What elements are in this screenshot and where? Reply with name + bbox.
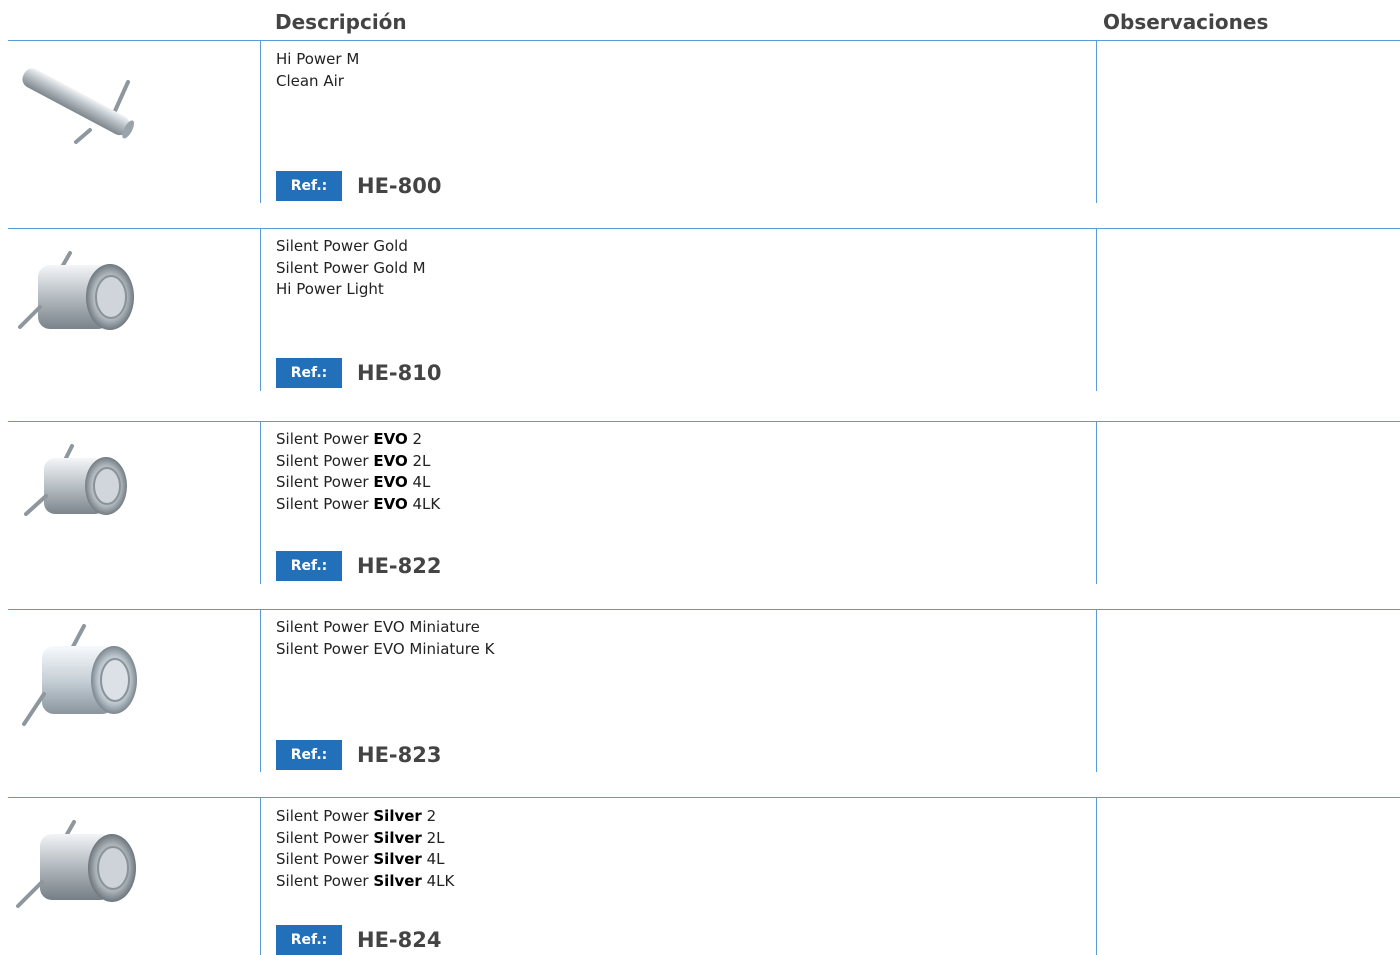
column-divider — [260, 422, 261, 584]
description-line: Hi Power M — [276, 50, 360, 68]
ref-code: HE-800 — [357, 174, 442, 198]
description-line: Clean Air — [276, 71, 344, 90]
description-column-header: Descripción — [275, 10, 407, 34]
ref-badge: Ref.: — [276, 171, 342, 201]
description-line: Silent Power Gold M — [276, 258, 426, 277]
row-divider — [8, 40, 1400, 41]
ref-badge: Ref.: — [276, 358, 342, 388]
product-image-he-810 — [10, 245, 150, 340]
ref-code: HE-823 — [357, 743, 442, 767]
ref-code: HE-810 — [357, 361, 442, 385]
description-line: Silent Power EVO 4LK — [276, 494, 441, 513]
description-lines: Silent Power Silver 2 Silent Power Silve… — [276, 806, 454, 892]
reference-row: Ref.: HE-824 — [276, 925, 441, 955]
column-divider — [1096, 229, 1097, 391]
description-line: Silent Power Gold — [276, 237, 408, 255]
column-divider — [260, 229, 261, 391]
column-divider — [260, 798, 261, 955]
row-divider — [8, 797, 1400, 798]
ref-badge: Ref.: — [276, 551, 342, 581]
description-lines: Silent Power Gold Silent Power Gold M Hi… — [276, 236, 426, 301]
column-divider — [1096, 41, 1097, 203]
description-line: Silent Power EVO 2L — [276, 451, 431, 470]
ref-badge: Ref.: — [276, 740, 342, 770]
row-divider — [8, 228, 1400, 229]
description-lines: Silent Power EVO Miniature Silent Power … — [276, 617, 494, 660]
product-image-he-823 — [10, 622, 150, 732]
reference-row: Ref.: HE-822 — [276, 551, 441, 581]
column-divider — [260, 610, 261, 772]
ref-code: HE-824 — [357, 928, 442, 952]
reference-row: Ref.: HE-810 — [276, 358, 441, 388]
column-divider — [1096, 422, 1097, 584]
row-divider — [8, 421, 1400, 422]
reference-row: Ref.: HE-800 — [276, 171, 441, 201]
description-line: Silent Power Silver 2 — [276, 807, 437, 825]
description-line: Silent Power EVO Miniature K — [276, 639, 495, 658]
description-line: Silent Power EVO Miniature — [276, 618, 480, 636]
reference-row: Ref.: HE-823 — [276, 740, 441, 770]
column-divider — [1096, 798, 1097, 955]
column-divider — [1096, 610, 1097, 772]
observations-column-header: Observaciones — [1103, 10, 1269, 34]
product-image-he-800 — [10, 60, 150, 155]
ref-badge: Ref.: — [276, 925, 342, 955]
description-lines: Hi Power M Clean Air — [276, 49, 359, 92]
description-line: Silent Power Silver 4L — [276, 850, 445, 868]
product-image-he-824 — [10, 818, 150, 918]
description-line: Silent Power Silver 4LK — [276, 871, 455, 890]
description-line: Silent Power EVO 4L — [276, 473, 431, 491]
description-line: Silent Power Silver 2L — [276, 828, 445, 847]
row-divider — [8, 609, 1400, 610]
description-lines: Silent Power EVO 2 Silent Power EVO 2L S… — [276, 429, 440, 515]
product-image-he-822 — [10, 440, 150, 535]
column-divider — [260, 41, 261, 203]
description-line: Silent Power EVO 2 — [276, 430, 423, 448]
ref-code: HE-822 — [357, 554, 442, 578]
description-line: Hi Power Light — [276, 280, 384, 298]
